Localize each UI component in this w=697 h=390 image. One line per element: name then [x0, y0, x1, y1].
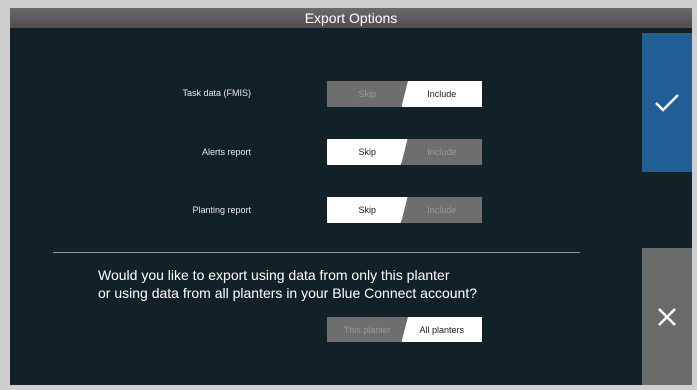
task-data-include-option[interactable]: Include: [401, 81, 482, 107]
scope-toggle: This planter All planters: [327, 317, 482, 342]
scope-question-line-2: or using data from all planters in your …: [98, 285, 477, 301]
dialog-title: Export Options: [10, 8, 692, 29]
scope-question-line-1: Would you like to export using data from…: [98, 267, 450, 283]
this-planter-option[interactable]: This planter: [327, 317, 408, 342]
planting-report-include-option[interactable]: Include: [401, 197, 482, 223]
check-icon: [655, 93, 679, 112]
confirm-button[interactable]: [642, 33, 692, 172]
task-data-toggle: Skip Include: [327, 81, 482, 107]
task-data-label: Task data (FMIS): [182, 88, 251, 98]
section-divider: [53, 252, 580, 253]
options-panel: Task data (FMIS) Skip Include Alerts rep…: [10, 28, 641, 385]
alerts-report-include-option[interactable]: Include: [401, 139, 482, 165]
cancel-button[interactable]: [642, 248, 692, 385]
planting-report-label: Planting report: [192, 205, 251, 215]
alerts-report-label: Alerts report: [201, 147, 251, 157]
planting-report-toggle: Skip Include: [327, 197, 482, 223]
close-icon: [658, 307, 676, 326]
alerts-report-skip-option[interactable]: Skip: [327, 139, 408, 165]
planting-report-skip-option[interactable]: Skip: [327, 197, 408, 223]
scope-question: Would you like to export using data from…: [98, 266, 558, 302]
alerts-report-toggle: Skip Include: [327, 139, 482, 165]
all-planters-option[interactable]: All planters: [401, 317, 482, 342]
task-data-skip-option[interactable]: Skip: [327, 81, 408, 107]
